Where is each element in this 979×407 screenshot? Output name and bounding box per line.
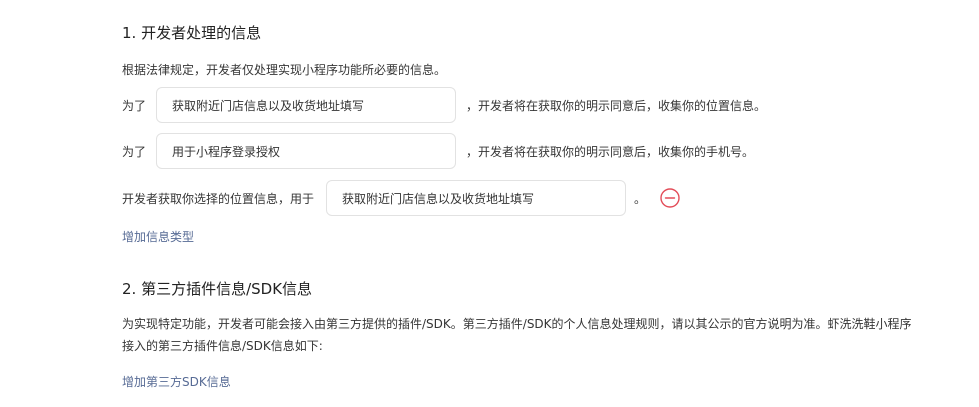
- purpose-row-phone: 为了 用于小程序登录授权 ，开发者将在获取你的明示同意后，收集你的手机号。: [122, 133, 754, 169]
- choose-location-row: 开发者获取你选择的位置信息，用于 获取附近门店信息以及收货地址填写 。: [122, 180, 680, 216]
- add-third-party-sdk-link[interactable]: 增加第三方SDK信息: [122, 374, 231, 390]
- purpose-row-location: 为了 获取附近门店信息以及收货地址填写 ，开发者将在获取你的明示同意后，收集你的…: [122, 87, 766, 123]
- add-info-type-link[interactable]: 增加信息类型: [122, 229, 194, 245]
- section2-paragraph: 为实现特定功能，开发者可能会接入由第三方提供的插件/SDK。第三方插件/SDK的…: [122, 317, 912, 353]
- section1-title: 1. 开发者处理的信息: [122, 24, 262, 42]
- section1-intro: 根据法律规定，开发者仅处理实现小程序功能所必要的信息。: [122, 63, 447, 77]
- choose-location-purpose-input[interactable]: 获取附近门店信息以及收货地址填写: [326, 180, 627, 216]
- row-suffix: 。: [634, 191, 647, 206]
- minus-circle-icon[interactable]: [660, 188, 680, 208]
- section2-title: 2. 第三方插件信息/SDK信息: [122, 280, 313, 298]
- phone-purpose-input[interactable]: 用于小程序登录授权: [156, 133, 457, 169]
- row-suffix: ，开发者将在获取你的明示同意后，收集你的手机号。: [466, 144, 755, 159]
- row-suffix: ，开发者将在获取你的明示同意后，收集你的位置信息。: [466, 98, 767, 113]
- row-prefix: 为了: [122, 144, 147, 159]
- phone-purpose-value: 用于小程序登录授权: [172, 144, 281, 159]
- row-prefix: 为了: [122, 98, 147, 113]
- row-prefix: 开发者获取你选择的位置信息，用于: [122, 191, 315, 206]
- location-purpose-input[interactable]: 获取附近门店信息以及收货地址填写: [156, 87, 457, 123]
- location-purpose-value: 获取附近门店信息以及收货地址填写: [172, 98, 365, 113]
- choose-location-purpose-value: 获取附近门店信息以及收货地址填写: [342, 191, 535, 206]
